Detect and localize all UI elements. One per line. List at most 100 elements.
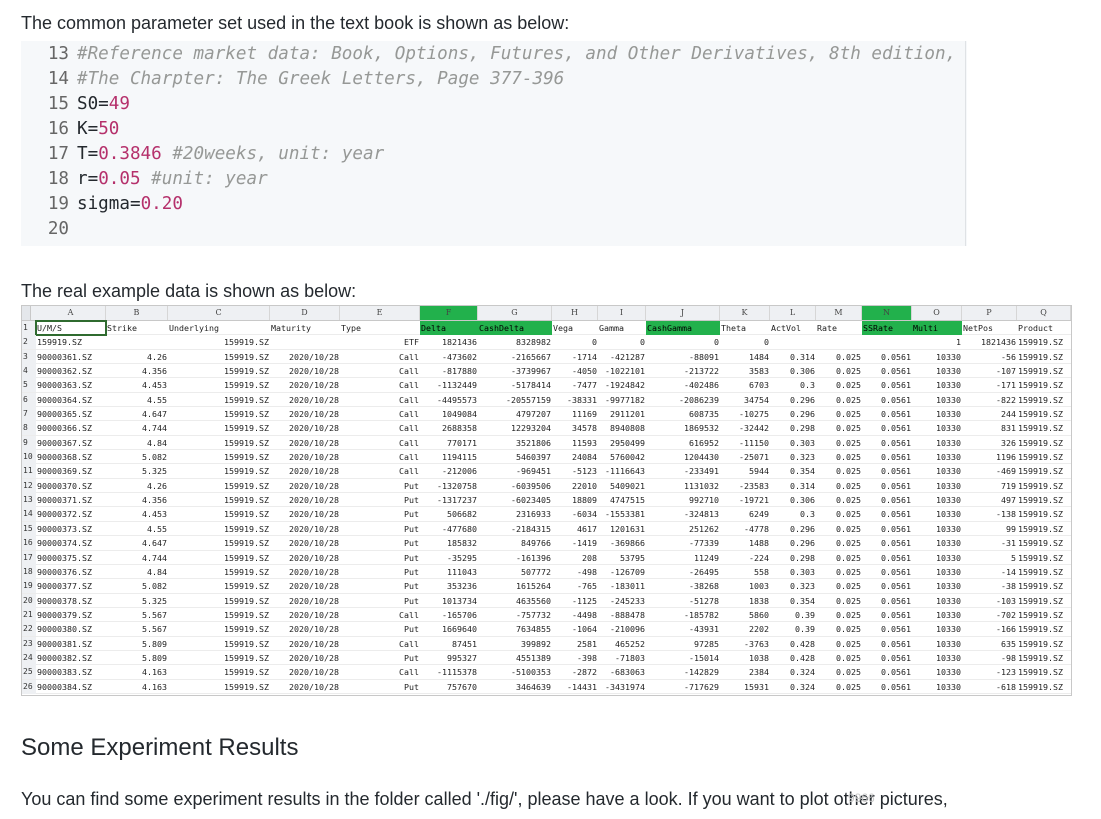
table-cell: 0.0561 [881, 638, 911, 649]
table-cell: -161396 [516, 552, 551, 563]
table-cell: -3739967 [511, 366, 551, 377]
table-cell: 90000364.SZ [37, 394, 92, 405]
row-number: 16 [22, 536, 36, 551]
table-cell: 6249 [749, 509, 769, 520]
table-cell: 2020/10/28 [289, 509, 339, 520]
row-number: 25 [22, 665, 36, 680]
table-cell: 159919.SZ [1018, 380, 1063, 391]
table-cell: Call [399, 366, 419, 377]
table-cell: 10330 [936, 595, 961, 606]
table-cell: 2020/10/28 [289, 366, 339, 377]
table-cell: -3431974 [605, 681, 645, 692]
table-cell: 1615264 [516, 581, 551, 592]
table-cell: Put [404, 480, 419, 491]
table-cell: 5460397 [516, 452, 551, 463]
table-cell: 1484 [749, 351, 769, 362]
table-cell: -1116643 [605, 466, 645, 477]
table-cell: 159919.SZ [224, 509, 269, 520]
table-cell: 0.0561 [881, 624, 911, 635]
table-cell: -498 [577, 566, 597, 577]
code-line-text: #Reference market data: Book, Options, F… [77, 44, 956, 64]
table-cell: -126709 [610, 566, 645, 577]
table-cell: 2581 [577, 638, 597, 649]
code-line-text: sigma=0.20 [77, 194, 183, 214]
row-number: 13 [22, 493, 36, 508]
table-cell: 8940808 [610, 423, 645, 434]
table-cell: 849766 [521, 538, 551, 549]
table-cell: 159919.SZ [224, 638, 269, 649]
table-cell: -5178414 [511, 380, 551, 391]
table-cell: 0.0561 [881, 681, 911, 692]
column-header-cell: CashGamma [646, 321, 720, 335]
table-row: 23 90000381.SZ 5.809 159919.SZ 2020/10/28 Cal… [22, 636, 1071, 651]
table-cell: 159919.SZ [224, 423, 269, 434]
table-cell: 608735 [689, 409, 719, 420]
column-letter: L [770, 306, 816, 320]
table-cell: 2911201 [610, 409, 645, 420]
table-cell: 0.0561 [881, 552, 911, 563]
table-cell: 4.55 [147, 394, 167, 405]
table-cell: 995327 [447, 652, 477, 663]
code-token: K= [77, 119, 99, 139]
table-cell: 0.025 [836, 609, 861, 620]
row-number: 17 [22, 550, 36, 565]
table-cell: 159919.SZ [1018, 595, 1063, 606]
code-line-number: 19 [47, 194, 69, 214]
table-cell: 5.567 [142, 609, 167, 620]
table-cell: 5760042 [610, 452, 645, 463]
column-letter: Q [1017, 306, 1071, 320]
table-cell: 10330 [936, 480, 961, 491]
table-row: 22 90000380.SZ 5.567 159919.SZ 2020/10/28 Put… [22, 622, 1071, 637]
table-row: 26 90000384.SZ 4.163 159919.SZ 2020/10/28 Put… [22, 679, 1071, 694]
row-number: 9 [22, 435, 36, 450]
table-cell: Put [404, 552, 419, 563]
row-number: 3 [22, 349, 36, 364]
table-cell: Call [399, 466, 419, 477]
row-number: 6 [22, 392, 36, 407]
table-cell: -1419 [572, 538, 597, 549]
table-cell: -4498 [572, 609, 597, 620]
table-cell: -822 [996, 394, 1016, 405]
row-number: 1 [22, 321, 36, 335]
column-letter: E [340, 306, 420, 320]
table-cell: 90000380.SZ [37, 624, 92, 635]
table-cell: -26495 [689, 566, 719, 577]
table-cell: 4617 [577, 523, 597, 534]
table-cell: 4.84 [147, 437, 167, 448]
table-cell: 11249 [694, 552, 719, 563]
table-cell: 507772 [521, 566, 551, 577]
table-row: 12 90000370.SZ 4.26 159919.SZ 2020/10/28 Put -… [22, 478, 1071, 494]
table-cell: -11150 [739, 437, 769, 448]
table-cell: 0.025 [836, 595, 861, 606]
row-number: 14 [22, 507, 36, 522]
table-cell: 5944 [749, 466, 769, 477]
code-line-number: 14 [47, 69, 69, 89]
table-cell: 3583 [749, 366, 769, 377]
table-cell: 1204430 [684, 452, 719, 463]
table-row: 17 90000375.SZ 4.744 159919.SZ 2020/10/28 Put… [22, 550, 1071, 565]
table-cell: 5.325 [142, 595, 167, 606]
table-cell: -4495573 [437, 394, 477, 405]
table-cell: 2020/10/28 [289, 581, 339, 592]
code-token: 49 [108, 94, 130, 114]
table-cell: 53795 [620, 552, 645, 563]
table-cell: 0.323 [790, 452, 815, 463]
table-cell: 0.0561 [881, 380, 911, 391]
column-header-cell: Rate [817, 323, 837, 333]
column-letter: I [598, 306, 646, 320]
table-cell: Put [404, 624, 419, 635]
table-cell: 90000374.SZ [37, 538, 92, 549]
table-cell: -402486 [684, 380, 719, 391]
table-cell: 0.0561 [881, 466, 911, 477]
row-number: 22 [22, 622, 36, 637]
table-cell: 0.0561 [881, 667, 911, 678]
table-cell: 4551389 [516, 652, 551, 663]
row-number: 21 [22, 607, 36, 622]
table-cell: 0.025 [836, 409, 861, 420]
table-cell: 2020/10/28 [289, 480, 339, 491]
row-number: 11 [22, 464, 36, 479]
table-cell: 0.303 [790, 437, 815, 448]
table-cell: 159919.SZ [1018, 609, 1063, 620]
table-cell: 0.428 [790, 652, 815, 663]
